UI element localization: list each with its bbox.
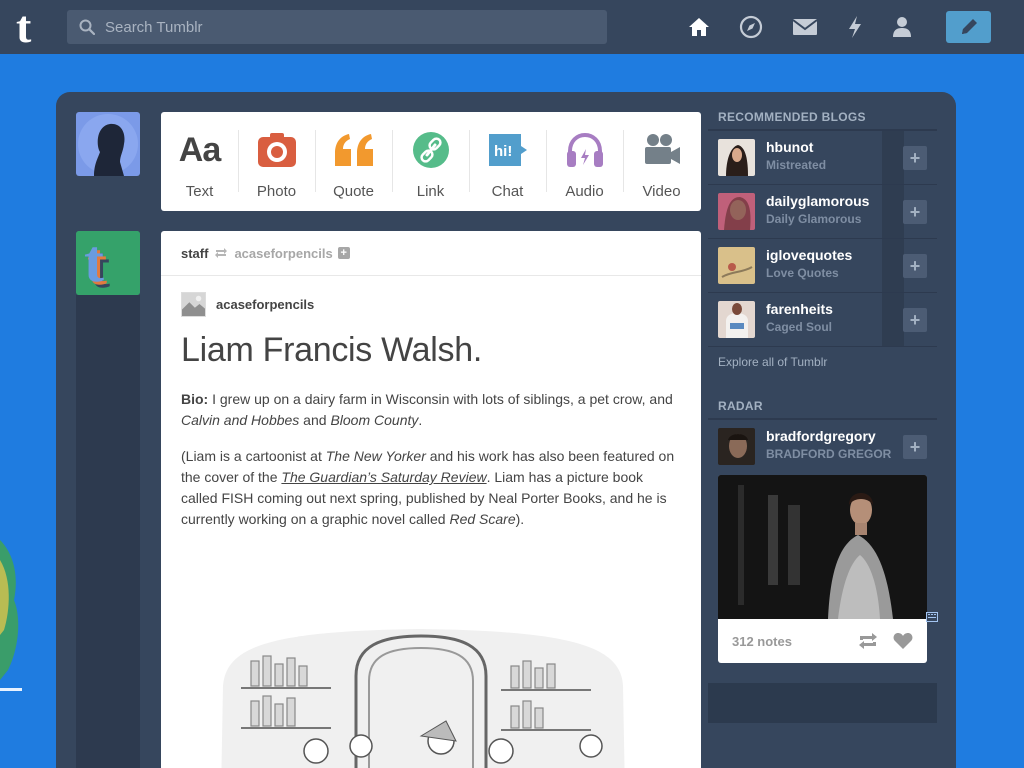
post-type-quote[interactable]: Quote [315,112,392,211]
post-type-label: Text [185,183,214,200]
reblog-icon [215,248,228,258]
guardian-link[interactable]: The Guardian’s Saturday Review [281,469,486,485]
post-type-label: Photo [256,183,297,200]
radar-blog-item[interactable]: bradfordgregory BRADFORD GREGOR + [708,420,937,474]
recommended-blogs-title: RECOMMENDED BLOGS [718,110,866,124]
post-type-label: Link [416,183,445,200]
follow-button[interactable]: + [903,435,927,459]
home-icon[interactable] [686,14,712,40]
account-icon[interactable] [889,14,915,40]
explore-icon[interactable] [738,14,764,40]
description-paragraph: (Liam is a cartoonist at The New Yorker … [181,448,675,527]
search-box[interactable] [67,10,607,44]
recommended-blog-item[interactable]: dailyglamorous Daily Glamorous + [708,185,937,239]
blog-name[interactable]: hbunot [766,139,813,155]
post-type-photo[interactable]: Photo [238,112,315,211]
staff-avatar[interactable]: t t t [76,231,140,295]
chat-icon: hi! [488,134,527,166]
post-title: Liam Francis Walsh. [181,331,482,369]
keyboard-icon [926,612,938,622]
search-icon [79,19,95,35]
post-type-audio[interactable]: Audio [546,112,623,211]
tumblr-logo[interactable]: t [16,4,50,50]
post-type-chat[interactable]: hi! Chat [469,112,546,211]
radar-photo[interactable] [718,475,927,619]
activity-icon[interactable] [842,14,868,40]
post-type-video[interactable]: Video [623,112,700,211]
blog-subtitle: Caged Soul [766,320,833,334]
svg-text:hi!: hi! [494,143,512,160]
dashboard-post: staff acaseforpencils + acaseforpencils … [161,231,701,768]
blog-subtitle: Love Quotes [766,266,839,280]
blog-subtitle: BRADFORD GREGOR [766,447,892,461]
inbox-icon[interactable] [792,14,818,40]
follow-button[interactable]: + [903,146,927,170]
search-input[interactable] [105,10,595,44]
radar-post-footer: 312 notes [718,619,927,663]
notes-count[interactable]: 312 notes [732,634,857,649]
follow-button[interactable]: + [903,254,927,278]
reblog-icon[interactable] [857,632,879,650]
post-type-label: Chat [491,183,524,200]
avatar-column-track [76,295,140,768]
blog-name[interactable]: bradfordgregory [766,428,876,444]
explore-tumblr-link[interactable]: Explore all of Tumblr [718,355,827,369]
video-camera-icon [644,134,680,164]
cartoon-illustration [221,629,625,768]
blog-avatar [718,428,755,465]
compose-button[interactable] [946,11,991,43]
post-type-link[interactable]: Link [392,112,469,211]
reblogged-from-name[interactable]: acaseforpencils [234,246,332,261]
blog-avatar [718,139,755,176]
source-blog-name[interactable]: acaseforpencils [216,297,314,312]
recommended-blog-item[interactable]: hbunot Mistreated + [708,131,937,185]
blog-avatar [718,193,755,230]
user-avatar[interactable] [76,112,140,176]
blog-name[interactable]: iglovequotes [766,247,852,263]
post-type-bar: Aa Text Photo Quote Link hi! Chat Audio … [161,112,701,211]
recommended-blog-item[interactable]: iglovequotes Love Quotes + [708,239,937,293]
follow-plus-icon[interactable]: + [337,247,350,259]
radar-title: RADAR [718,399,763,413]
sidebar-bottom-panel [708,683,937,723]
post-type-label: Video [642,183,681,200]
recommended-blog-item[interactable]: farenheits Caged Soul + [708,293,937,347]
quote-icon [334,134,373,166]
blog-avatar [718,247,755,284]
blog-subtitle: Mistreated [766,158,827,172]
heart-icon[interactable] [893,632,913,650]
background-palm-decoration [0,540,22,691]
blog-name[interactable]: farenheits [766,301,833,317]
camera-icon [257,133,296,167]
blog-name[interactable]: dailyglamorous [766,193,869,209]
post-type-text[interactable]: Aa Text [161,112,238,211]
text-icon: Aa [178,130,221,169]
headphones-icon [566,132,603,167]
follow-button[interactable]: + [903,308,927,332]
source-blog-avatar [181,292,206,317]
svg-text:t: t [84,231,104,294]
blog-avatar [718,301,755,338]
post-type-label: Audio [565,183,604,200]
bio-paragraph: Bio: I grew up on a dairy farm in Wiscon… [181,391,673,428]
post-type-label: Quote [333,183,374,200]
blog-subtitle: Daily Glamorous [766,212,862,226]
post-source[interactable]: acaseforpencils [181,292,314,317]
pencil-icon [961,19,977,34]
post-body: Bio: I grew up on a dairy farm in Wiscon… [181,389,681,545]
radar-post-card[interactable]: 312 notes [718,475,927,663]
reblogger-name[interactable]: staff [181,246,208,261]
follow-button[interactable]: + [903,200,927,224]
link-icon [412,132,449,168]
post-header: staff acaseforpencils + [161,231,701,276]
top-navigation-bar: t [0,0,1024,54]
